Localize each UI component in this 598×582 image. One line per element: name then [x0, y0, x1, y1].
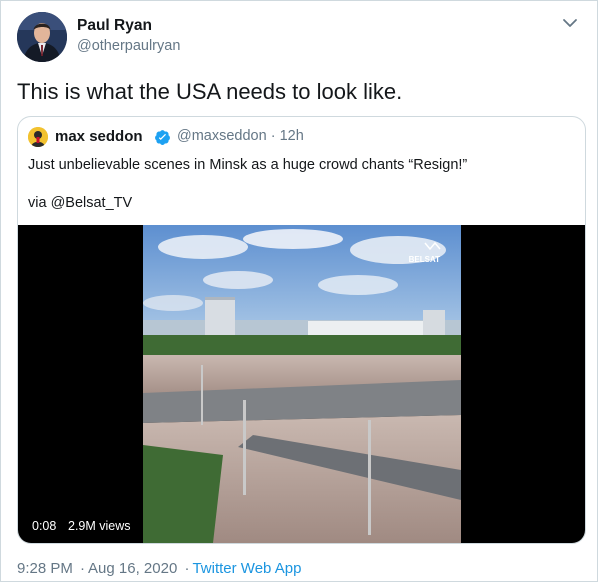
verified-badge-icon: [154, 129, 171, 146]
belsat-watermark: BELSAT: [409, 255, 441, 264]
quoted-tweet-via[interactable]: via @Belsat_TV: [28, 193, 132, 213]
chevron-down-icon[interactable]: [559, 12, 581, 34]
footer-separator-2: ·: [184, 560, 190, 577]
quoted-author-handle[interactable]: @maxseddon: [177, 128, 267, 144]
tweet-footer: 9:28 PM · Aug 16, 2020 · Twitter Web App: [17, 560, 301, 577]
author-info: Paul Ryan @otherpaulryan: [77, 16, 180, 56]
video-thumbnail[interactable]: BELSAT: [143, 225, 461, 543]
quoted-tweet[interactable]: max seddon @maxseddon · 12h Just unbelie…: [17, 116, 586, 544]
tweet-header: Paul Ryan @otherpaulryan: [17, 12, 581, 62]
tweet-card: Paul Ryan @otherpaulryan This is what th…: [0, 0, 598, 582]
quoted-author-name[interactable]: max seddon: [55, 128, 143, 145]
author-name[interactable]: Paul Ryan: [77, 16, 180, 36]
tweet-text: This is what the USA needs to look like.: [17, 79, 403, 104]
footer-source-link[interactable]: Twitter Web App: [192, 560, 301, 577]
author-avatar[interactable]: [17, 12, 67, 62]
quoted-tweet-text: Just unbelievable scenes in Minsk as a h…: [28, 157, 468, 173]
meta-separator: ·: [270, 128, 276, 144]
quoted-tweet-header: max seddon @maxseddon · 12h: [28, 127, 575, 147]
video-elapsed-time: 0:08: [32, 519, 57, 533]
quoted-author-meta: @maxseddon · 12h: [177, 128, 304, 144]
video-player[interactable]: BELSAT 0:08 2.9M views: [18, 225, 585, 543]
author-handle[interactable]: @otherpaulryan: [77, 36, 180, 56]
quoted-author-avatar[interactable]: [28, 127, 48, 147]
quoted-tweet-time[interactable]: 12h: [280, 128, 304, 144]
video-view-count: 2.9M views: [68, 519, 131, 533]
footer-date[interactable]: Aug 16, 2020: [88, 560, 177, 577]
footer-time[interactable]: 9:28 PM: [17, 560, 73, 577]
footer-separator: ·: [80, 560, 86, 577]
